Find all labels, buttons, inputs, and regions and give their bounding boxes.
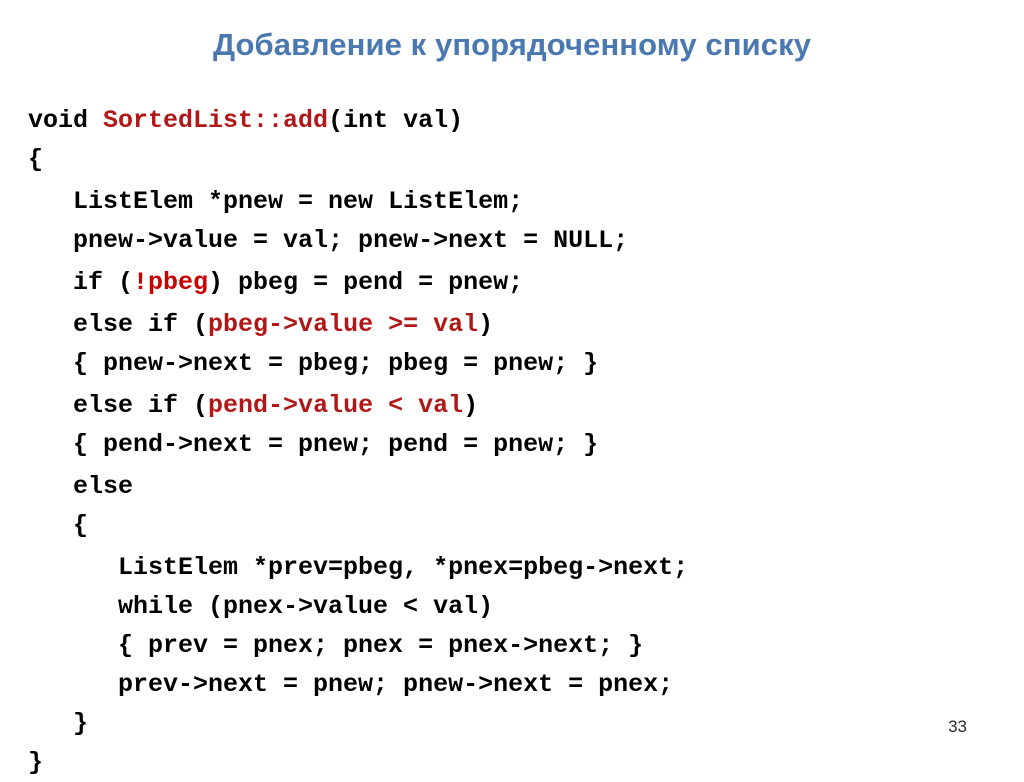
code-line: prev->next = pnew; pnew->next = pnex;	[28, 665, 988, 704]
code-line: {	[28, 506, 988, 545]
code-token: else if (	[73, 310, 209, 339]
code-line: { pnew->next = pbeg; pbeg = pnew; }	[28, 344, 988, 383]
code-token: pbeg->value >= val	[208, 310, 479, 339]
code-token: SortedList::add	[103, 106, 329, 135]
code-token: { pnew->next = pbeg; pbeg = pnew; }	[73, 349, 599, 378]
code-line: ListElem *pnew = new ListElem;	[28, 182, 988, 221]
code-token: else	[73, 472, 134, 501]
code-token: }	[28, 748, 44, 777]
code-token: void	[28, 106, 104, 135]
code-line: while (pnex->value < val)	[28, 587, 988, 626]
code-token: while (pnex->value < val)	[118, 592, 494, 621]
page-number: 33	[948, 717, 967, 736]
code-line: else if (pend->value < val)	[28, 386, 988, 425]
code-token: ListElem *pnew = new ListElem;	[73, 187, 524, 216]
code-token: )	[463, 391, 479, 420]
slide-root: Добавление к упорядоченному списку void …	[0, 0, 1024, 777]
code-token: else if (	[73, 391, 209, 420]
code-token: pnew->value = val; pnew->next = NULL;	[73, 226, 629, 255]
code-token: { prev = pnex; pnex = pnex->next; }	[118, 631, 644, 660]
code-token: }	[73, 709, 89, 738]
code-token: {	[28, 145, 44, 174]
code-line: pnew->value = val; pnew->next = NULL;	[28, 221, 988, 260]
code-token: { pend->next = pnew; pend = pnew; }	[73, 430, 599, 459]
code-line: void SortedList::add(int val)	[28, 101, 988, 140]
code-line: else if (pbeg->value >= val)	[28, 305, 988, 344]
code-line: else	[28, 467, 988, 506]
page-title: Добавление к упорядоченному списку	[212, 26, 812, 62]
code-line: }	[28, 743, 988, 782]
code-line: { pend->next = pnew; pend = pnew; }	[28, 425, 988, 464]
code-line: { prev = pnex; pnex = pnex->next; }	[28, 626, 988, 665]
code-line: }	[28, 704, 988, 743]
code-token: if (	[73, 268, 134, 297]
code-line: if (!pbeg) pbeg = pend = pnew;	[28, 263, 988, 302]
code-token: (int val)	[328, 106, 464, 135]
code-token: ListElem *prev=pbeg, *pnex=pbeg->next;	[118, 553, 689, 582]
code-token: pend->value < val	[208, 391, 464, 420]
code-line: {	[28, 140, 988, 179]
code-token: !pbeg	[133, 268, 209, 297]
code-line: ListElem *prev=pbeg, *pnex=pbeg->next;	[28, 548, 988, 587]
code-token: prev->next = pnew; pnew->next = pnex;	[118, 670, 674, 699]
code-token: )	[478, 310, 494, 339]
code-token: {	[73, 511, 89, 540]
code-listing: void SortedList::add(int val){ ListElem …	[28, 101, 988, 782]
code-token: ) pbeg = pend = pnew;	[208, 268, 524, 297]
